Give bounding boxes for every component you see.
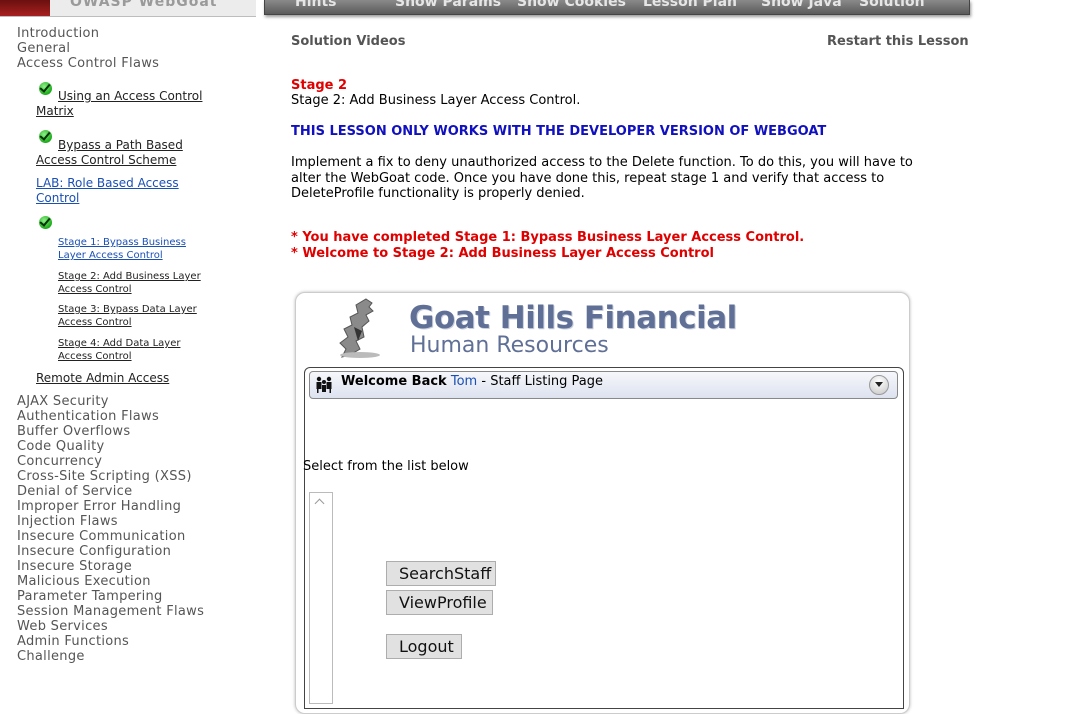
- instructions-line-1: Implement a fix to deny unauthorized acc…: [291, 155, 913, 170]
- developer-warning: THIS LESSON ONLY WORKS WITH THE DEVELOPE…: [291, 124, 827, 139]
- search-staff-button[interactable]: SearchStaff: [386, 561, 496, 586]
- page-name: Staff Listing Page: [490, 374, 604, 389]
- stage-title: Stage 2: [291, 78, 348, 93]
- select-label: Select from the list below: [303, 459, 469, 474]
- sidebar-category-item[interactable]: Insecure Communication: [17, 529, 185, 544]
- sidebar-category-item[interactable]: Insecure Storage: [17, 559, 132, 574]
- sidebar-category-item[interactable]: Parameter Tampering: [17, 589, 163, 604]
- sidebar-category-item[interactable]: Code Quality: [17, 439, 104, 454]
- nav-solution[interactable]: Solution: [859, 0, 925, 10]
- sidebar-category-item[interactable]: Denial of Service: [17, 484, 132, 499]
- restart-lesson-link[interactable]: Restart this Lesson: [827, 34, 969, 49]
- sidebar-item-introduction[interactable]: Introduction: [17, 26, 99, 41]
- welcome-stage-message: * Welcome to Stage 2: Add Business Layer…: [291, 246, 714, 261]
- sidebar-category-item[interactable]: Injection Flaws: [17, 514, 118, 529]
- checkmark-icon: [39, 216, 52, 229]
- sidebar-item-general[interactable]: General: [17, 41, 70, 56]
- sidebar-category-item[interactable]: Cross-Site Scripting (XSS): [17, 469, 192, 484]
- separator: -: [477, 374, 491, 389]
- nav-show-java[interactable]: Show Java: [761, 0, 842, 10]
- scroll-up-icon[interactable]: [314, 498, 325, 509]
- webgoat-logo: OWASP WebGoat: [0, 0, 256, 17]
- solution-videos-link[interactable]: Solution Videos: [291, 34, 405, 49]
- sidebar-item-access-control-flaws[interactable]: Access Control Flaws: [17, 56, 159, 71]
- staff-listbox[interactable]: [309, 492, 333, 704]
- sidebar-category-item[interactable]: AJAX Security: [17, 394, 109, 409]
- welcome-line: Welcome Back Tom - Staff Listing Page: [341, 374, 603, 389]
- stage-3-link[interactable]: Stage 3: Bypass Data Layer Access Contro…: [58, 303, 208, 329]
- instructions-line-3: DeleteProfile functionality is properly …: [291, 186, 585, 201]
- sidebar-category-item[interactable]: Buffer Overflows: [17, 424, 130, 439]
- sidebar-category-item[interactable]: Malicious Execution: [17, 574, 151, 589]
- instructions-line-2: alter the WebGoat code. Once you have do…: [291, 171, 885, 186]
- sidebar-category-item[interactable]: Challenge: [17, 649, 85, 664]
- sidebar-category-item[interactable]: Insecure Configuration: [17, 544, 171, 559]
- sidebar-category-item[interactable]: Session Management Flaws: [17, 604, 204, 619]
- sidebar-category-item[interactable]: Authentication Flaws: [17, 409, 159, 424]
- lesson-bypass-path-based[interactable]: Bypass a Path Based Access Control Schem…: [36, 138, 196, 168]
- top-navigation: Hints Show Params Show Cookies Lesson Pl…: [264, 0, 970, 15]
- sidebar-category-item[interactable]: Concurrency: [17, 454, 102, 469]
- goat-logo-icon: [339, 298, 380, 358]
- collapse-icon[interactable]: [869, 375, 889, 395]
- sidebar-category-item[interactable]: Admin Functions: [17, 634, 129, 649]
- completed-message: * You have completed Stage 1: Bypass Bus…: [291, 230, 805, 245]
- brand-subtitle: Human Resources: [410, 333, 609, 358]
- people-icon: [316, 376, 332, 393]
- view-profile-button[interactable]: ViewProfile: [386, 590, 493, 615]
- sidebar-category-item[interactable]: Improper Error Handling: [17, 499, 181, 514]
- stage-description: Stage 2: Add Business Layer Access Contr…: [291, 93, 581, 108]
- lesson-remote-admin[interactable]: Remote Admin Access: [36, 371, 169, 386]
- nav-show-params[interactable]: Show Params: [395, 0, 501, 10]
- user-name: Tom: [450, 374, 478, 389]
- nav-hints[interactable]: Hints: [295, 0, 337, 10]
- stage-4-link[interactable]: Stage 4: Add Data Layer Access Control: [58, 337, 198, 363]
- sidebar-category-item[interactable]: Web Services: [17, 619, 108, 634]
- welcome-back-label: Welcome Back: [341, 374, 447, 389]
- brand-title: Goat Hills Financial: [409, 300, 737, 336]
- lesson-access-control-matrix[interactable]: Using an Access Control Matrix: [36, 89, 206, 119]
- nav-lesson-plan[interactable]: Lesson Plan: [643, 0, 737, 10]
- lesson-lab-role-based[interactable]: LAB: Role Based Access Control: [36, 176, 186, 206]
- stage-2-link[interactable]: Stage 2: Add Business Layer Access Contr…: [58, 270, 208, 296]
- stage-1-link[interactable]: Stage 1: Bypass Business Layer Access Co…: [58, 236, 198, 262]
- nav-show-cookies[interactable]: Show Cookies: [517, 0, 626, 10]
- logout-button[interactable]: Logout: [386, 634, 462, 659]
